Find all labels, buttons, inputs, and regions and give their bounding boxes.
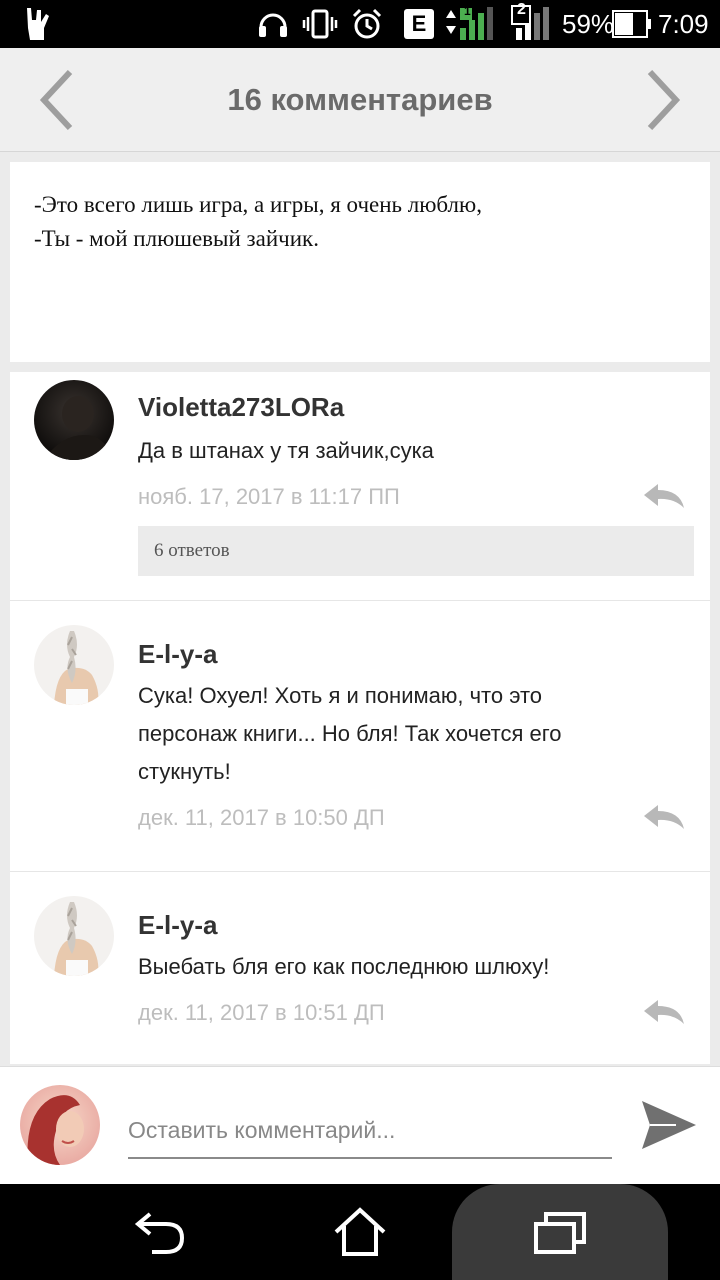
send-icon[interactable]: [636, 1095, 700, 1155]
comment-compose-bar: [0, 1066, 720, 1184]
reply-icon[interactable]: [642, 482, 686, 510]
reply-icon[interactable]: [642, 803, 686, 831]
comment-item: Violetta273LORa Да в штанах у тя зайчик,…: [10, 372, 710, 600]
quote-card: -Это всего лишь игра, а игры, я очень лю…: [10, 162, 710, 362]
comment-author[interactable]: E-l-y-a: [138, 910, 217, 941]
comment-author[interactable]: Violetta273LORa: [138, 392, 344, 423]
rock-hand-icon: [22, 0, 52, 48]
signal-icon-sim2: 2: [510, 0, 554, 48]
comment-text: Выебать бля его как последнюю шлюху!: [138, 954, 550, 979]
clock: 7:09: [658, 8, 709, 39]
chevron-right-icon[interactable]: [634, 66, 694, 134]
comment-item: E-l-y-a Сука! Охуел! Хоть я и понимаю, ч…: [10, 601, 710, 871]
battery-percent: 59%: [562, 8, 615, 39]
headphones-icon: [256, 0, 290, 48]
comment-author[interactable]: E-l-y-a: [138, 639, 217, 670]
reply-icon[interactable]: [642, 998, 686, 1026]
signal-icon: 1: [442, 0, 498, 48]
vibrate-icon: [302, 0, 338, 48]
network-type-badge: E: [404, 0, 434, 48]
comment-text-line: стукнуть!: [138, 759, 231, 784]
comment-input[interactable]: [128, 1103, 612, 1159]
avatar[interactable]: [34, 625, 114, 705]
page-title: 16 комментариев: [227, 82, 493, 117]
comment-text-line: Сука! Охуел! Хоть я и понимаю, что это: [138, 683, 543, 708]
quote-line: -Ты - мой плюшевый зайчик.: [34, 226, 319, 251]
comment-text-line: персонаж книги... Но бля! Так хочется ег…: [138, 721, 562, 746]
status-bar: E 1 2 59% 7:09: [0, 0, 720, 48]
comment-date: дек. 11, 2017 в 10:50 ДП: [138, 805, 385, 830]
comment-text: Да в штанах у тя зайчик,сука: [138, 438, 434, 463]
comment-date: нояб. 17, 2017 в 11:17 ПП: [138, 484, 400, 509]
back-icon[interactable]: [120, 1184, 200, 1280]
comments-header: 16 комментариев: [0, 48, 720, 152]
comments-list: Violetta273LORa Да в штанах у тя зайчик,…: [10, 372, 710, 1064]
replies-button[interactable]: 6 ответов: [138, 526, 694, 576]
chevron-left-icon[interactable]: [26, 66, 86, 134]
comment-text: Сука! Охуел! Хоть я и понимаю, что это п…: [138, 677, 678, 791]
comment-date: дек. 11, 2017 в 10:51 ДП: [138, 1000, 385, 1025]
battery-icon: [612, 0, 652, 48]
avatar[interactable]: [34, 380, 114, 460]
system-nav-bar: [0, 1184, 720, 1280]
home-icon[interactable]: [320, 1184, 400, 1280]
replies-count: 6 ответов: [154, 540, 230, 561]
recent-apps-icon[interactable]: [520, 1184, 600, 1280]
quote-line: -Это всего лишь игра, а игры, я очень лю…: [34, 192, 482, 217]
alarm-icon: [350, 0, 384, 48]
comment-item: E-l-y-a Выебать бля его как последнюю шл…: [10, 872, 710, 1064]
avatar[interactable]: [34, 896, 114, 976]
avatar: [20, 1085, 100, 1165]
